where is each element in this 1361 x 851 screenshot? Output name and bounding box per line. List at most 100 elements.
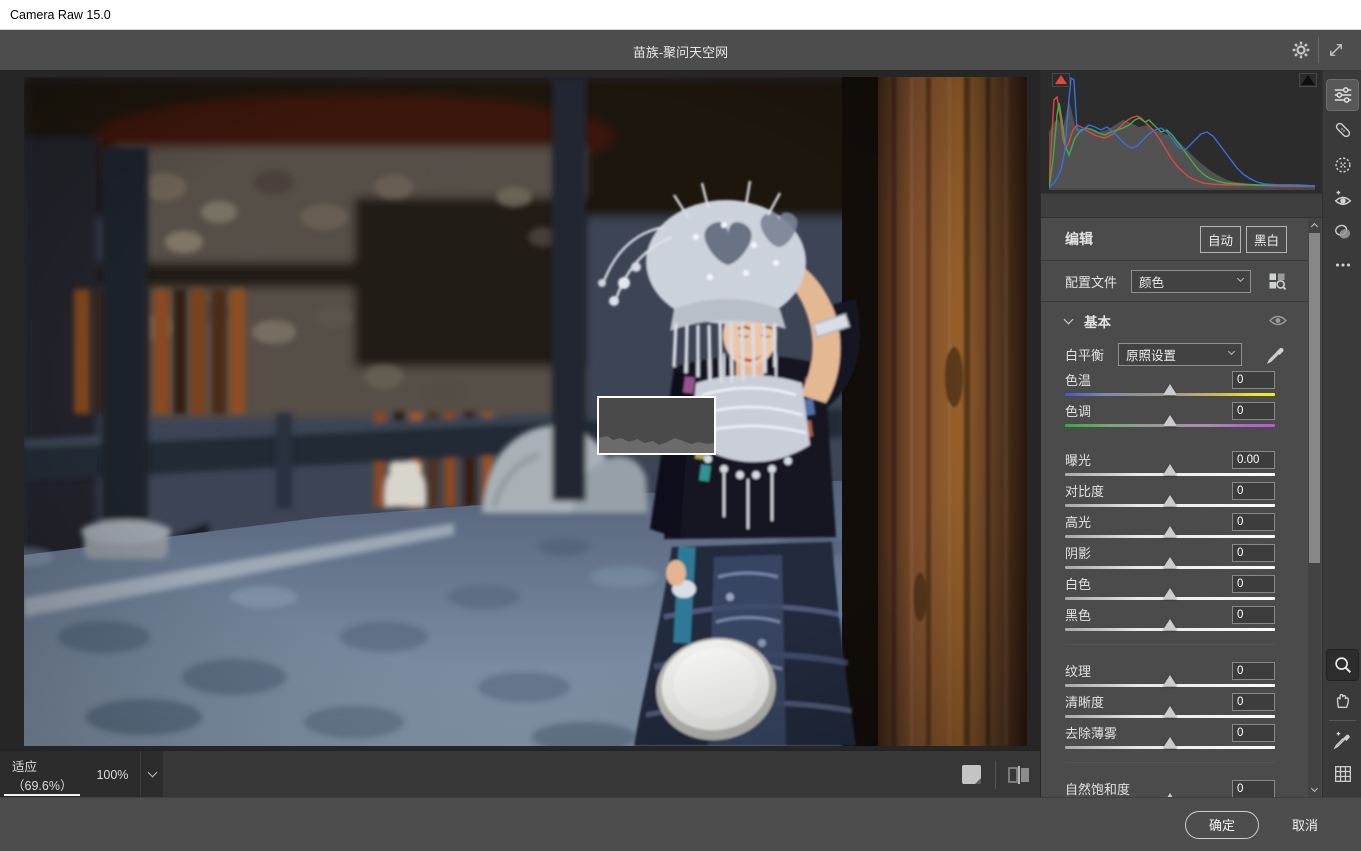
histogram[interactable] xyxy=(1041,70,1323,193)
slider-value-input[interactable]: 0 xyxy=(1232,693,1275,711)
slider-thumb[interactable] xyxy=(1163,415,1177,426)
slider-thumb[interactable] xyxy=(1163,675,1177,686)
chevron-down-icon xyxy=(1311,785,1318,792)
basic-section-header[interactable]: 基本 xyxy=(1041,302,1309,339)
slider-thumb[interactable] xyxy=(1163,495,1177,506)
slider-label: 高光 xyxy=(1065,512,1091,531)
slider-thumb[interactable] xyxy=(1163,557,1177,568)
slider-thumb[interactable] xyxy=(1163,706,1177,717)
slider-track[interactable] xyxy=(1065,393,1275,396)
slider-thumb[interactable] xyxy=(1163,464,1177,475)
slider-value-input[interactable]: 0 xyxy=(1232,482,1275,500)
histogram-luminance xyxy=(1049,100,1315,188)
slider-value-input[interactable]: 0 xyxy=(1232,606,1275,624)
zoom-tool-button[interactable] xyxy=(1327,650,1358,680)
more-dots-icon xyxy=(1332,254,1354,276)
chevron-down-icon xyxy=(1228,348,1235,355)
slider-track[interactable] xyxy=(1065,566,1275,569)
slider-group-divider xyxy=(1065,762,1275,763)
slider-thumb[interactable] xyxy=(1163,526,1177,537)
slider-track[interactable] xyxy=(1065,628,1275,631)
hand-tool-button[interactable] xyxy=(1327,685,1358,715)
slider-value-input[interactable]: 0 xyxy=(1232,544,1275,562)
basic-section-title: 基本 xyxy=(1084,311,1111,331)
magnifier-icon xyxy=(1332,654,1354,676)
gear-icon xyxy=(1291,40,1311,60)
basic-sliders: 色温 0 色调 0 曝光 0.00 对比度 0 xyxy=(1041,370,1309,797)
profile-value: 颜色 xyxy=(1139,272,1164,291)
slider-value-input[interactable]: 0 xyxy=(1232,662,1275,680)
grid-overlay-tool-button[interactable] xyxy=(1327,759,1358,789)
camera-raw-window: Camera Raw 15.0 苗族-聚问天空网 xyxy=(0,0,1361,851)
slider-label: 黑色 xyxy=(1065,605,1091,624)
scrollbar-up-button[interactable] xyxy=(1308,218,1321,232)
ok-button[interactable]: 确定 xyxy=(1185,811,1259,839)
slider-value-input[interactable]: 0 xyxy=(1232,513,1275,531)
slider-label: 对比度 xyxy=(1065,481,1104,500)
slider-track[interactable] xyxy=(1065,597,1275,600)
profile-dropdown[interactable]: 颜色 xyxy=(1131,270,1251,293)
masking-icon xyxy=(1332,154,1354,176)
mask-tool-button[interactable] xyxy=(1327,150,1358,180)
preview-controls xyxy=(959,751,1032,798)
slider-thumb[interactable] xyxy=(1163,619,1177,630)
chevron-down-icon xyxy=(1237,274,1244,281)
slider-thumb[interactable] xyxy=(1163,737,1177,748)
slider-track[interactable] xyxy=(1065,715,1275,718)
slider-row: 阴影 0 xyxy=(1065,543,1275,574)
profile-row: 配置文件 颜色 xyxy=(1041,261,1309,301)
browse-profiles-button[interactable] xyxy=(1267,271,1287,291)
highlight-clipping-indicator[interactable] xyxy=(1299,73,1317,87)
basic-visibility-toggle[interactable] xyxy=(1269,314,1287,327)
before-after-button[interactable] xyxy=(1006,762,1032,788)
window-title: Camera Raw 15.0 xyxy=(10,8,111,22)
fullscreen-button[interactable] xyxy=(1319,30,1353,70)
presets-tool-button[interactable] xyxy=(1327,217,1358,247)
bw-button[interactable]: 黑白 xyxy=(1246,226,1287,253)
slider-value-input[interactable]: 0 xyxy=(1232,724,1275,742)
slider-track[interactable] xyxy=(1065,424,1275,427)
slider-row: 纹理 0 xyxy=(1065,661,1275,692)
slider-row: 色调 0 xyxy=(1065,401,1275,432)
edit-settings-area: 编辑 自动 黑白 配置文件 颜色 xyxy=(1041,218,1309,797)
heal-tool-button[interactable] xyxy=(1327,115,1358,145)
slider-track[interactable] xyxy=(1065,684,1275,687)
slider-label: 色温 xyxy=(1065,370,1091,389)
more-settings-button[interactable] xyxy=(1327,250,1358,280)
photo[interactable] xyxy=(24,77,1027,746)
slider-value-input[interactable]: 0 xyxy=(1232,780,1275,798)
auto-button[interactable]: 自动 xyxy=(1200,226,1241,253)
slider-value-input[interactable]: 0 xyxy=(1232,402,1275,420)
zoom-level-dropdown[interactable] xyxy=(140,751,164,798)
panel-scrollbar[interactable] xyxy=(1308,218,1321,797)
white-balance-label: 白平衡 xyxy=(1065,345,1104,364)
cancel-button[interactable]: 取消 xyxy=(1292,815,1318,834)
white-balance-value: 原照设置 xyxy=(1126,345,1176,364)
edit-tool-button[interactable] xyxy=(1327,80,1358,110)
zoom-level-label: 100% xyxy=(96,768,128,782)
shadow-clipping-indicator[interactable] xyxy=(1052,73,1070,87)
fit-zoom-label: 适应（69.6%） xyxy=(12,756,72,794)
slider-value-input[interactable]: 0 xyxy=(1232,575,1275,593)
fit-zoom-tab[interactable]: 适应（69.6%） xyxy=(0,751,84,798)
slider-track[interactable] xyxy=(1065,535,1275,538)
white-balance-dropdown[interactable]: 原照设置 xyxy=(1118,343,1242,366)
slider-thumb[interactable] xyxy=(1163,588,1177,599)
slider-row: 白色 0 xyxy=(1065,574,1275,605)
zoom-level-tab[interactable]: 100% xyxy=(84,751,140,798)
slider-thumb[interactable] xyxy=(1163,384,1177,395)
red-eye-tool-button[interactable] xyxy=(1327,184,1358,214)
white-balance-eyedropper-button[interactable] xyxy=(1267,345,1287,365)
preview-mode-button[interactable] xyxy=(959,762,985,788)
scrollbar-down-button[interactable] xyxy=(1308,783,1321,797)
slider-value-input[interactable]: 0 xyxy=(1232,371,1275,389)
slider-track[interactable] xyxy=(1065,746,1275,749)
dialog-header: 苗族-聚问天空网 xyxy=(0,30,1361,70)
color-sampler-tool-button[interactable] xyxy=(1327,726,1358,756)
slider-track[interactable] xyxy=(1065,504,1275,507)
slider-row: 曝光 0.00 xyxy=(1065,450,1275,481)
preferences-button[interactable] xyxy=(1284,30,1318,70)
slider-track[interactable] xyxy=(1065,473,1275,476)
scrollbar-thumb[interactable] xyxy=(1309,233,1320,563)
slider-value-input[interactable]: 0.00 xyxy=(1232,451,1275,469)
